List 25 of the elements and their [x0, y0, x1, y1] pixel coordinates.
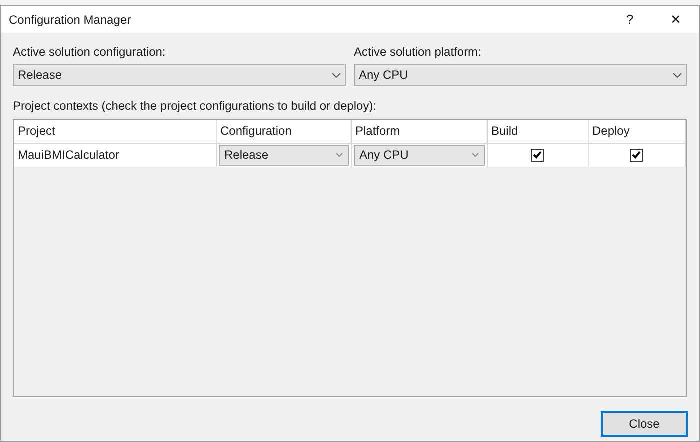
- checkmark-icon: [533, 151, 542, 160]
- section-label: Project contexts (check the project configurations to build or deploy):: [12, 98, 378, 115]
- column-header[interactable]: Platform: [351, 120, 487, 143]
- chevron-down-icon: [673, 72, 682, 78]
- checkbox[interactable]: [531, 148, 544, 162]
- checkbox[interactable]: [630, 148, 644, 162]
- column-header[interactable]: Build: [487, 120, 588, 143]
- close-button[interactable]: ×: [653, 6, 699, 33]
- chevron-down-icon: [336, 153, 342, 158]
- window-title: Configuration Manager: [9, 12, 132, 28]
- close-button[interactable]: Close: [601, 411, 688, 437]
- column-header[interactable]: Configuration: [216, 120, 351, 143]
- configuration-dropdown[interactable]: Release: [13, 64, 346, 86]
- chevron-down-icon: [332, 72, 341, 78]
- field-label: Active solution configuration:: [13, 44, 167, 61]
- project-name: MauiBMICalculator: [14, 143, 216, 167]
- column-header[interactable]: Deploy: [588, 120, 686, 143]
- help-button[interactable]: ?: [607, 6, 653, 33]
- chevron-down-icon: [472, 153, 478, 158]
- field-label: Active solution platform:: [354, 44, 482, 61]
- checkmark-icon: [632, 151, 642, 160]
- configuration-dropdown[interactable]: Release: [218, 144, 348, 166]
- platform-dropdown[interactable]: Any CPU: [354, 64, 687, 86]
- platform-dropdown[interactable]: Any CPU: [354, 144, 484, 166]
- column-header[interactable]: Project: [14, 120, 216, 143]
